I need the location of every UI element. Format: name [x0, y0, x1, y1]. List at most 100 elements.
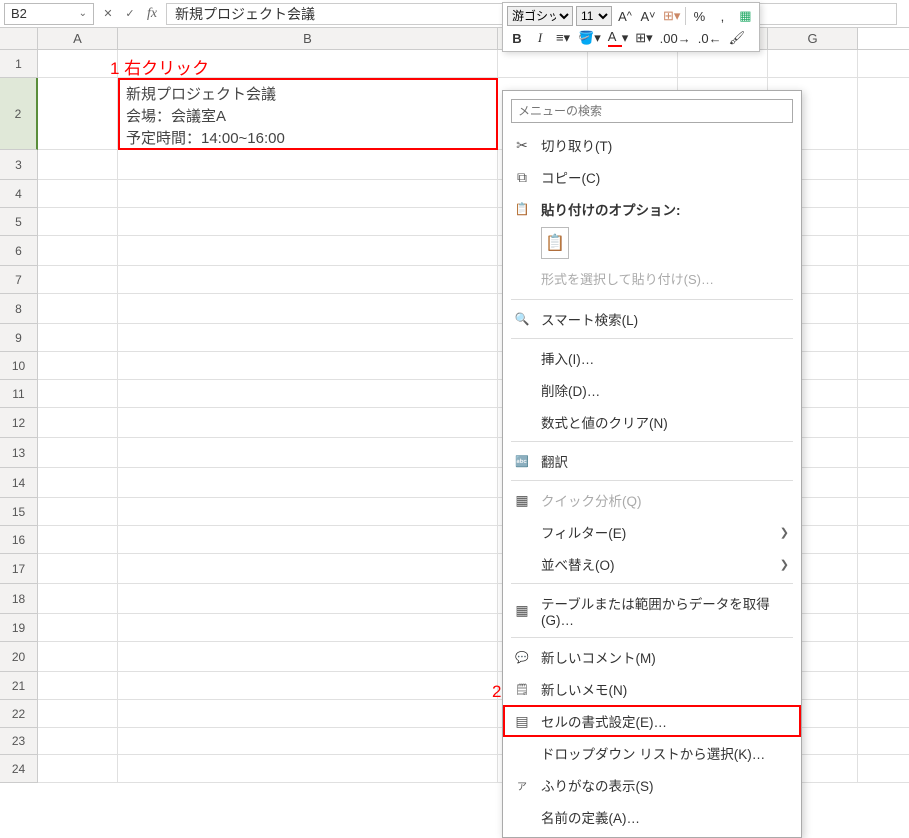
cm-sort[interactable]: 並べ替え(O) ❯ [503, 548, 801, 580]
cell[interactable] [118, 700, 498, 728]
align-button[interactable]: ≡▾ [553, 28, 573, 48]
row-header-16[interactable]: 16 [0, 526, 38, 554]
cell[interactable] [38, 584, 118, 614]
cell[interactable] [118, 755, 498, 783]
cell[interactable] [118, 208, 498, 236]
fx-icon[interactable]: fx [142, 4, 162, 24]
percent-button[interactable]: % [689, 6, 709, 26]
cell[interactable] [38, 498, 118, 526]
cm-dropdown-select[interactable]: ドロップダウン リストから選択(K)… [503, 737, 801, 769]
cell[interactable] [678, 50, 768, 78]
cell[interactable] [38, 468, 118, 498]
decrease-font-button[interactable]: A˅ [638, 6, 658, 26]
cell[interactable] [38, 526, 118, 554]
cell[interactable] [38, 408, 118, 438]
cell[interactable] [38, 78, 118, 150]
row-header-24[interactable]: 24 [0, 755, 38, 783]
row-header-11[interactable]: 11 [0, 380, 38, 408]
cell-b2-selected[interactable]: 新規プロジェクト会議 会場：会議室A 予定時間：14:00~16:00 [118, 78, 498, 150]
cell[interactable] [38, 554, 118, 584]
format-painter-button[interactable]: 🖌 [727, 28, 748, 48]
cm-filter[interactable]: フィルター(E) ❯ [503, 516, 801, 548]
col-header-g[interactable]: G [768, 28, 858, 49]
cell[interactable] [118, 236, 498, 266]
row-header-15[interactable]: 15 [0, 498, 38, 526]
col-header-b[interactable]: B [118, 28, 498, 49]
cell[interactable] [38, 614, 118, 642]
context-menu-search[interactable] [511, 99, 793, 123]
row-header-23[interactable]: 23 [0, 728, 38, 755]
cm-define-name[interactable]: 名前の定義(A)… [503, 801, 801, 833]
cell[interactable] [118, 352, 498, 380]
cell[interactable] [38, 352, 118, 380]
increase-decimal-button[interactable]: .00→ [658, 28, 693, 48]
row-header-13[interactable]: 13 [0, 438, 38, 468]
cell[interactable] [38, 642, 118, 672]
cell[interactable] [38, 755, 118, 783]
cell[interactable] [118, 584, 498, 614]
cm-smart-search[interactable]: スマート検索(L) [503, 303, 801, 335]
cell[interactable] [38, 180, 118, 208]
cell[interactable] [118, 468, 498, 498]
cell[interactable] [118, 728, 498, 755]
border-button[interactable]: ⊞▾ [633, 28, 654, 48]
cell[interactable] [118, 642, 498, 672]
cell[interactable] [118, 150, 498, 180]
col-header-a[interactable]: A [38, 28, 118, 49]
cell[interactable] [38, 380, 118, 408]
row-header-8[interactable]: 8 [0, 294, 38, 324]
cell[interactable] [38, 700, 118, 728]
row-header-3[interactable]: 3 [0, 150, 38, 180]
cell[interactable] [38, 728, 118, 755]
row-header-6[interactable]: 6 [0, 236, 38, 266]
cell[interactable] [118, 498, 498, 526]
cell[interactable] [118, 266, 498, 294]
row-header-10[interactable]: 10 [0, 352, 38, 380]
cm-new-note[interactable]: 新しいメモ(N) [503, 673, 801, 705]
italic-button[interactable]: I [530, 28, 550, 48]
fill-color-button[interactable]: 🪣▾ [576, 28, 603, 48]
font-size-select[interactable]: 11 [576, 6, 612, 26]
row-header-9[interactable]: 9 [0, 324, 38, 352]
cm-new-comment[interactable]: 新しいコメント(M) [503, 641, 801, 673]
context-menu-search-input[interactable] [511, 99, 793, 123]
row-header-20[interactable]: 20 [0, 642, 38, 672]
cell[interactable] [118, 554, 498, 584]
select-all-corner[interactable] [0, 28, 38, 49]
row-header-4[interactable]: 4 [0, 180, 38, 208]
row-header-19[interactable]: 19 [0, 614, 38, 642]
comma-button[interactable]: , [712, 6, 732, 26]
row-header-22[interactable]: 22 [0, 700, 38, 728]
decrease-decimal-button[interactable]: .0← [696, 28, 724, 48]
row-header-1[interactable]: 1 [0, 50, 38, 78]
cell[interactable] [118, 672, 498, 700]
conditional-format-button[interactable]: ▦ [735, 6, 755, 26]
increase-font-button[interactable]: A^ [615, 6, 635, 26]
row-header-5[interactable]: 5 [0, 208, 38, 236]
cm-table-data[interactable]: テーブルまたは範囲からデータを取得(G)… [503, 587, 801, 634]
cell[interactable] [588, 50, 678, 78]
cell[interactable] [38, 236, 118, 266]
cell[interactable] [38, 208, 118, 236]
cell[interactable] [768, 50, 858, 78]
cm-format-cells[interactable]: セルの書式設定(E)… [503, 705, 801, 737]
cell[interactable] [38, 266, 118, 294]
row-header-12[interactable]: 12 [0, 408, 38, 438]
paste-clipboard-icon[interactable]: 📋 [541, 227, 569, 259]
cm-insert[interactable]: 挿入(I)… [503, 342, 801, 374]
row-header-21[interactable]: 21 [0, 672, 38, 700]
cell[interactable] [118, 438, 498, 468]
cell[interactable] [38, 150, 118, 180]
cell[interactable] [118, 180, 498, 208]
cm-clear[interactable]: 数式と値のクリア(N) [503, 406, 801, 438]
font-color-button[interactable]: A▾ [606, 28, 631, 48]
cell[interactable] [118, 614, 498, 642]
confirm-formula-icon[interactable]: ✓ [120, 4, 140, 24]
cell[interactable] [38, 50, 118, 78]
cell[interactable] [118, 380, 498, 408]
name-box[interactable]: B2 ⌄ [4, 3, 94, 25]
cell[interactable] [498, 50, 588, 78]
cm-translate[interactable]: 翻訳 [503, 445, 801, 477]
cell[interactable] [38, 672, 118, 700]
row-header-7[interactable]: 7 [0, 266, 38, 294]
